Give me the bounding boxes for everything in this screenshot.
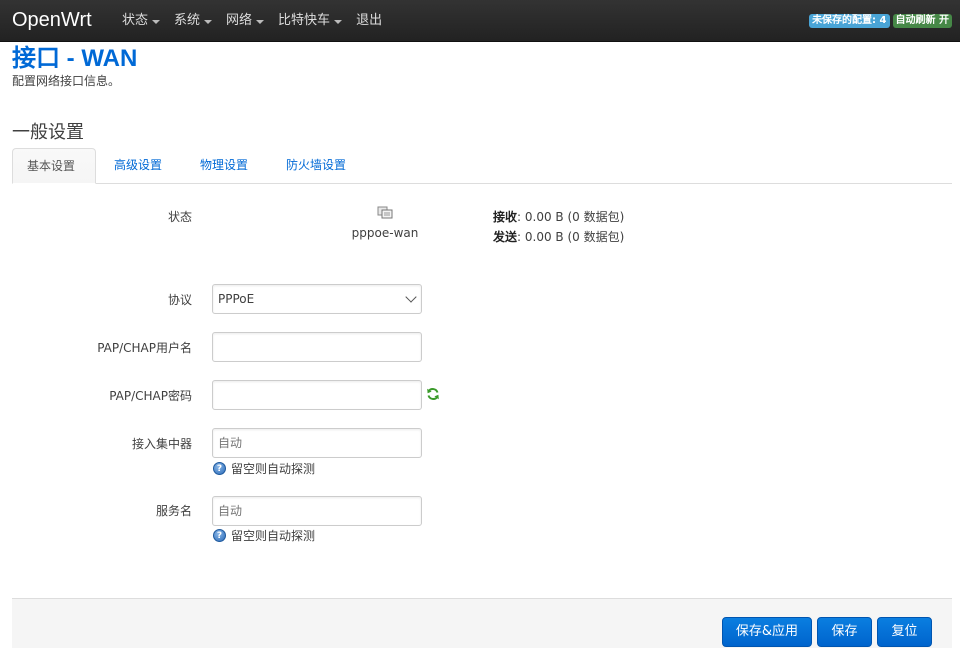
- protocol-select[interactable]: PPPoE: [212, 284, 422, 314]
- help-icon: ?: [213, 462, 226, 475]
- reset-button[interactable]: 复位: [877, 617, 932, 647]
- protocol-label: 协议: [167, 293, 192, 307]
- service-hint-text: 留空则自动探测: [231, 529, 316, 543]
- device-name: pppoe-wan: [351, 226, 419, 240]
- chevron-down-icon: [405, 291, 417, 303]
- username-label: PAP/CHAP用户名: [97, 341, 192, 355]
- menu-bitexpress-label: 比特快车: [278, 13, 331, 28]
- service-input[interactable]: [212, 496, 422, 526]
- menu-status-label: 状态: [122, 13, 149, 28]
- rx-value: : 0.00 B (0 数据包): [517, 210, 625, 224]
- reveal-password-icon[interactable]: [426, 387, 440, 401]
- brand-logo[interactable]: OpenWrt: [12, 9, 92, 32]
- rx-stat: 接收: 0.00 B (0 数据包): [493, 207, 624, 227]
- help-icon: ?: [213, 529, 226, 542]
- caret-down-icon: [152, 19, 161, 24]
- navbar-badges: 未保存的配置: 4 自动刷新 开: [806, 14, 952, 28]
- menu-network-label: 网络: [226, 13, 253, 28]
- menu-system[interactable]: 系统: [167, 0, 219, 42]
- menu-system-label: 系统: [174, 13, 201, 28]
- password-label: PAP/CHAP密码: [109, 389, 192, 403]
- autorefresh-badge[interactable]: 自动刷新 开: [892, 14, 952, 28]
- top-navbar: OpenWrt 状态 系统 网络 比特快车 退出 未保存的配置: 4 自动刷新 …: [0, 0, 960, 42]
- tx-label: 发送: [493, 230, 518, 244]
- menu-logout-label: 退出: [356, 13, 383, 28]
- menu-bitexpress[interactable]: 比特快车: [271, 0, 349, 42]
- tab-firewall[interactable]: 防火墙设置: [272, 148, 360, 184]
- password-input[interactable]: [212, 380, 422, 410]
- caret-down-icon: [256, 19, 265, 24]
- tx-stat: 发送: 0.00 B (0 数据包): [493, 227, 624, 247]
- caret-down-icon: [204, 19, 213, 24]
- caret-down-icon: [334, 19, 343, 24]
- form-actions: 保存&应用 保存 复位: [12, 598, 952, 648]
- username-input[interactable]: [212, 332, 422, 362]
- protocol-selected-value: PPPoE: [218, 292, 255, 306]
- ac-input[interactable]: [212, 428, 422, 458]
- tx-value: : 0.00 B (0 数据包): [517, 230, 625, 244]
- save-button[interactable]: 保存: [817, 617, 872, 647]
- page-description: 配置网络接口信息。: [12, 74, 121, 88]
- status-label: 状态: [167, 210, 192, 224]
- unsaved-changes-badge[interactable]: 未保存的配置: 4: [809, 14, 890, 28]
- settings-tabs: 基本设置 高级设置 物理设置 防火墙设置: [12, 148, 952, 184]
- traffic-stats: 接收: 0.00 B (0 数据包) 发送: 0.00 B (0 数据包): [493, 207, 624, 247]
- ac-hint: ? 留空则自动探测: [213, 460, 315, 477]
- network-device-icon: [377, 206, 393, 219]
- tab-physical[interactable]: 物理设置: [186, 148, 262, 184]
- menu-status[interactable]: 状态: [115, 0, 167, 42]
- menu-network[interactable]: 网络: [219, 0, 271, 42]
- ac-hint-text: 留空则自动探测: [231, 462, 316, 476]
- section-title: 一般设置: [12, 122, 84, 143]
- tab-basic[interactable]: 基本设置: [12, 148, 96, 184]
- device-info: pppoe-wan: [350, 204, 420, 240]
- ac-label: 接入集中器: [131, 437, 192, 451]
- menu-logout[interactable]: 退出: [349, 0, 389, 42]
- rx-label: 接收: [493, 210, 518, 224]
- page-title: 接口 - WAN: [12, 45, 138, 72]
- service-hint: ? 留空则自动探测: [213, 527, 315, 544]
- save-apply-button[interactable]: 保存&应用: [722, 617, 812, 647]
- main-menu: 状态 系统 网络 比特快车 退出: [115, 0, 389, 42]
- service-label: 服务名: [155, 504, 192, 518]
- tab-advanced[interactable]: 高级设置: [100, 148, 176, 184]
